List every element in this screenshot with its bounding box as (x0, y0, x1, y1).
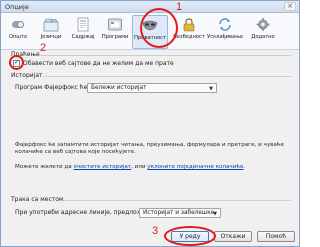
history-mode-select[interactable]: Бележи историјат ▼ (87, 83, 217, 93)
lock-icon (183, 18, 195, 32)
tabs-icon (43, 18, 59, 32)
location-suggest-select[interactable]: Историјат и забелешке ▼ (139, 208, 221, 218)
annotation-number-1: 1 (176, 1, 183, 13)
history-description-line-2: колачиће са веб сајтова које посећујете. (15, 149, 136, 155)
tab-applications[interactable]: Програми (100, 15, 130, 49)
close-button[interactable]: × (284, 2, 296, 11)
location-suggest-value: Историјат и забелешке (143, 210, 215, 216)
tab-content-label: Садржај (71, 34, 95, 40)
history-description: Фајерфокс ће запамтити историјат читања,… (15, 142, 293, 156)
location-bar-divider (63, 200, 291, 201)
history-program-label: Програм Фајерфокс ће: (15, 84, 90, 91)
tracking-divider (39, 55, 291, 56)
applications-icon (108, 18, 122, 31)
history-or-text: , или (131, 164, 146, 170)
annotation-circle-3 (164, 226, 216, 246)
privacy-panel: Праћење Обавести веб сајтове да не желим… (3, 51, 297, 227)
tab-general[interactable]: Опште (3, 15, 33, 49)
sync-icon (219, 18, 231, 31)
location-bar-heading: Трака са местом (11, 196, 64, 203)
annotation-circle-2 (9, 55, 24, 70)
tab-sync-label: Усклађивање (207, 34, 244, 40)
clear-history-link[interactable]: очистите историјат (73, 164, 131, 170)
history-maybe-text: Можете желети да (15, 164, 72, 170)
tab-general-label: Опште (8, 34, 28, 40)
tab-advanced[interactable]: Додатно (247, 15, 279, 49)
tab-security-label: Безбедност (173, 34, 205, 40)
help-button[interactable]: Помоћ (257, 231, 295, 242)
history-description-line-1: Фајерфокс ће запамтити историјат читања,… (15, 142, 284, 148)
chevron-down-icon: ▼ (213, 211, 217, 217)
switch-icon (12, 21, 24, 28)
tab-tabs-label: Језичци (40, 34, 62, 40)
annotation-circle-1 (140, 8, 178, 48)
tab-sync[interactable]: Усклађивање (207, 15, 243, 49)
annotation-number-2: 2 (40, 42, 47, 54)
tab-content[interactable]: Садржај (68, 15, 98, 49)
annotation-number-3: 3 (152, 225, 159, 237)
history-heading: Историјат (11, 72, 43, 79)
history-period: . (243, 164, 246, 170)
gear-icon (256, 18, 270, 31)
window-title: Опције (5, 3, 29, 11)
location-suggest-label: При употреби адресне линије, предложи: (15, 209, 149, 216)
content-icon (77, 17, 89, 32)
tab-applications-label: Програми (101, 34, 129, 40)
history-divider (43, 76, 291, 77)
options-window: Опције × Опште Језичци Садржај Програми … (0, 0, 300, 247)
tab-security[interactable]: Безбедност (173, 15, 205, 49)
tab-advanced-label: Додатно (251, 34, 275, 40)
chevron-down-icon: ▼ (209, 86, 213, 92)
do-not-track-label: Обавести веб сајтове да не желим да ме п… (23, 60, 174, 67)
cancel-button[interactable]: Откажи (214, 231, 252, 242)
remove-cookies-link[interactable]: уклоните појединачне колачиће (147, 164, 243, 170)
history-mode-value: Бележи историјат (91, 85, 147, 91)
history-links-line: Можете желети да очистите историјат, или… (15, 164, 293, 171)
